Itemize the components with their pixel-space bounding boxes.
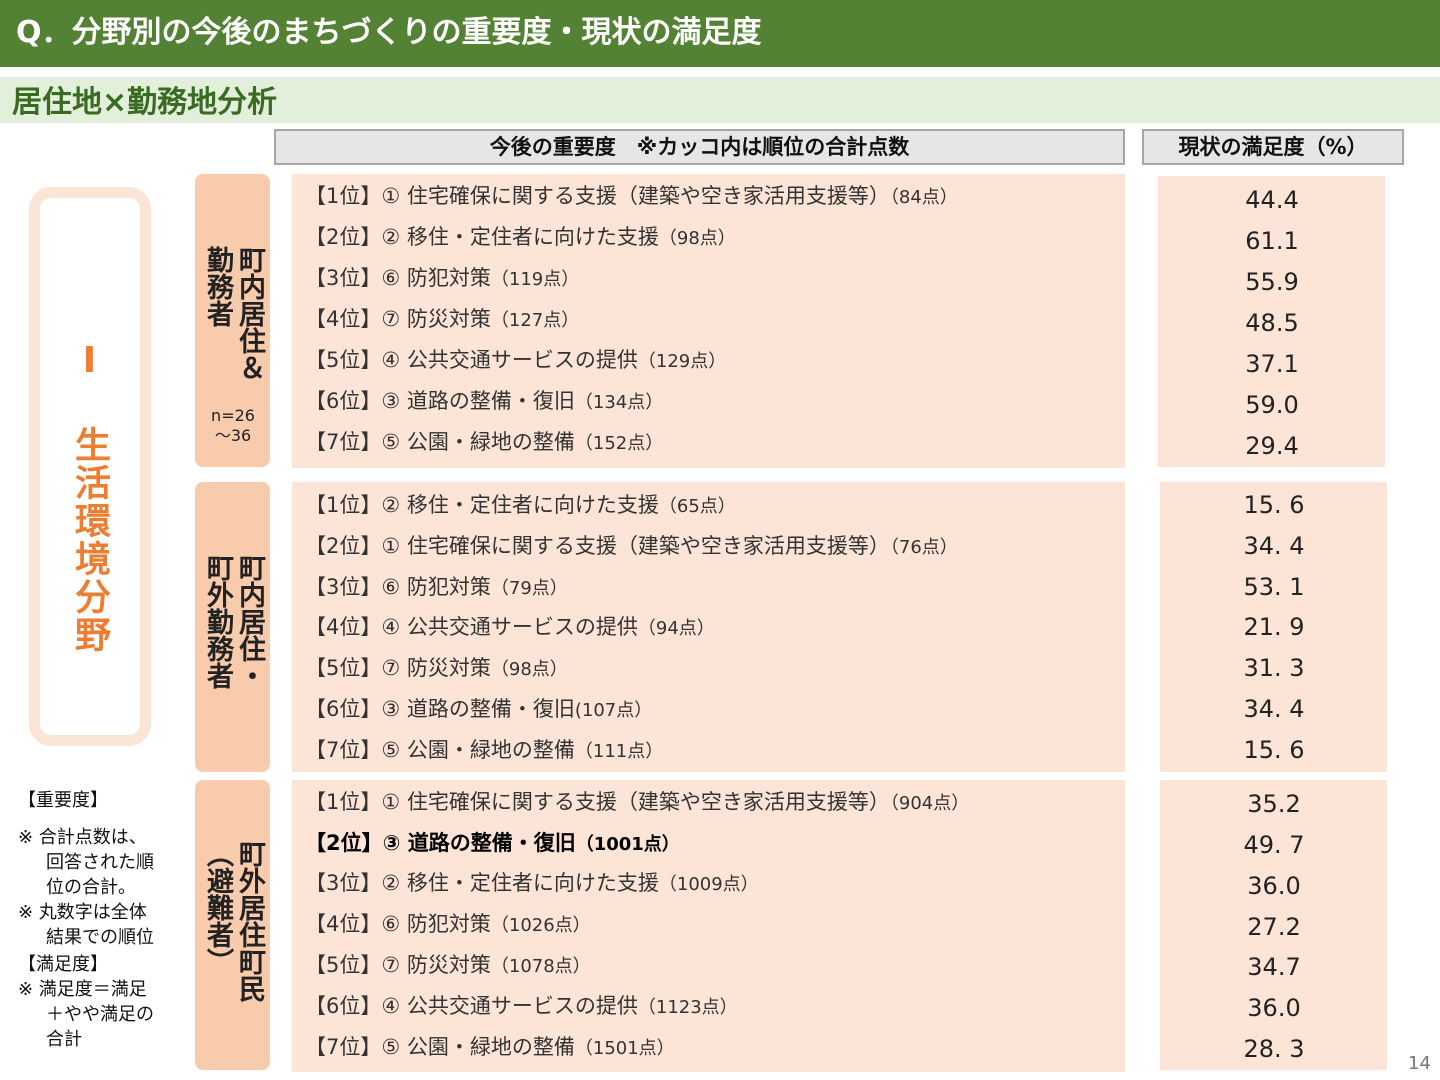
satisfaction-value: 36.0: [1247, 872, 1301, 900]
satisfaction-value: 31. 3: [1243, 654, 1305, 682]
list-item: 【6位】③ 道路の整備・復旧（134点）: [305, 389, 664, 413]
satisfaction-note-line: ※ 満足度＝満足: [18, 979, 147, 1000]
list-item: 【4位】④ 公共交通サービスの提供（94点）: [305, 615, 715, 639]
importance-note-line: 結果での順位: [46, 927, 154, 948]
satisfaction-value: 36.0: [1247, 994, 1301, 1022]
page-title: Q．分野別の今後のまちづくりの重要度・現状の満足度: [16, 15, 762, 50]
list-item: 【1位】② 移住・定住者に向けた支援（65点）: [305, 493, 736, 517]
list-item: 【5位】⑦ 防災対策（1078点）: [305, 953, 591, 977]
list-item: 【1位】① 住宅確保に関する支援（建築や空き家活用支援等）（84点）: [305, 184, 958, 208]
satisfaction-value: 21. 9: [1243, 613, 1305, 641]
list-item: 【1位】① 住宅確保に関する支援（建築や空き家活用支援等）（904点）: [305, 790, 970, 814]
satisfaction-value: 59.0: [1245, 391, 1299, 419]
satisfaction-value: 55.9: [1245, 268, 1299, 296]
satisfaction-value: 29.4: [1245, 432, 1299, 460]
list-item: 【4位】⑦ 防災対策（127点）: [305, 307, 580, 331]
satisfaction-value: 49. 7: [1243, 831, 1305, 859]
satisfaction-column-header: 現状の満足度（%）: [1142, 129, 1404, 165]
list-item: 【3位】② 移住・定住者に向けた支援（1009点）: [305, 871, 759, 895]
category-label: Ⅰ 生活環境分野: [69, 340, 110, 654]
group-label-panel-1: 町内居住＆ 勤務者 n=26 ～36: [195, 174, 270, 467]
list-item: 【5位】④ 公共交通サービスの提供（129点）: [305, 348, 727, 372]
importance-note-line: ※ 丸数字は全体: [18, 902, 147, 923]
list-item: 【7位】⑤ 公園・緑地の整備（1501点）: [305, 1035, 675, 1059]
list-item: 【2位】① 住宅確保に関する支援（建築や空き家活用支援等）（76点）: [305, 534, 958, 558]
list-item: 【6位】④ 公共交通サービスの提供（1123点）: [305, 994, 738, 1018]
list-item: 【2位】② 移住・定住者に向けた支援（98点）: [305, 225, 736, 249]
satisfaction-value: 15. 6: [1243, 491, 1305, 519]
satisfaction-value: 35.2: [1247, 790, 1301, 818]
importance-note-heading: 【重要度】: [18, 790, 108, 811]
group-title-1: 町内居住＆ 勤務者: [202, 246, 265, 381]
list-item: 【3位】⑥ 防犯対策（119点）: [305, 266, 580, 290]
satisfaction-value: 53. 1: [1243, 573, 1305, 601]
satisfaction-value: 61.1: [1245, 227, 1299, 255]
list-item: 【2位】③ 道路の整備・復旧（1001点）: [305, 831, 680, 855]
group-title-2: 町内居住・ 町外勤務者: [202, 554, 265, 689]
group-n-1: n=26 ～36: [211, 406, 255, 445]
satisfaction-value: 27.2: [1247, 913, 1301, 941]
page-number: 14: [1408, 1053, 1431, 1074]
satisfaction-value: 34.7: [1247, 953, 1301, 981]
list-item: 【7位】⑤ 公園・緑地の整備（111点）: [305, 738, 664, 762]
group-title-3: 町外居住町民 （避難者）: [202, 840, 265, 1002]
importance-note-line: 回答された順: [46, 852, 154, 873]
satisfaction-value: 48.5: [1245, 309, 1299, 337]
importance-note-line: ※ 合計点数は、: [18, 827, 147, 848]
satisfaction-value: 34. 4: [1243, 532, 1305, 560]
list-item: 【4位】⑥ 防犯対策（1026点）: [305, 912, 591, 936]
list-item: 【6位】③ 道路の整備・復旧(107点）: [305, 697, 653, 721]
list-item: 【5位】⑦ 防災対策（98点）: [305, 656, 568, 680]
satisfaction-value: 37.1: [1245, 350, 1299, 378]
satisfaction-note-line: ＋やや満足の: [46, 1004, 154, 1025]
satisfaction-value: 28. 3: [1243, 1035, 1305, 1063]
list-item: 【3位】⑥ 防犯対策（79点）: [305, 575, 568, 599]
satisfaction-value: 44.4: [1245, 186, 1299, 214]
group-label-panel-2: 町内居住・ 町外勤務者: [195, 482, 270, 772]
group-label-panel-3: 町外居住町民 （避難者）: [195, 780, 270, 1070]
list-item: 【7位】⑤ 公園・緑地の整備（152点）: [305, 430, 664, 454]
satisfaction-note-line: 合計: [46, 1029, 82, 1050]
importance-note-line: 位の合計。: [46, 877, 136, 898]
satisfaction-value: 15. 6: [1243, 736, 1305, 764]
satisfaction-note-heading: 【満足度】: [18, 954, 108, 975]
satisfaction-value: 34. 4: [1243, 695, 1305, 723]
importance-column-header: 今後の重要度 ※カッコ内は順位の合計点数: [274, 129, 1125, 165]
page-subtitle: 居住地×勤務地分析: [12, 85, 278, 120]
